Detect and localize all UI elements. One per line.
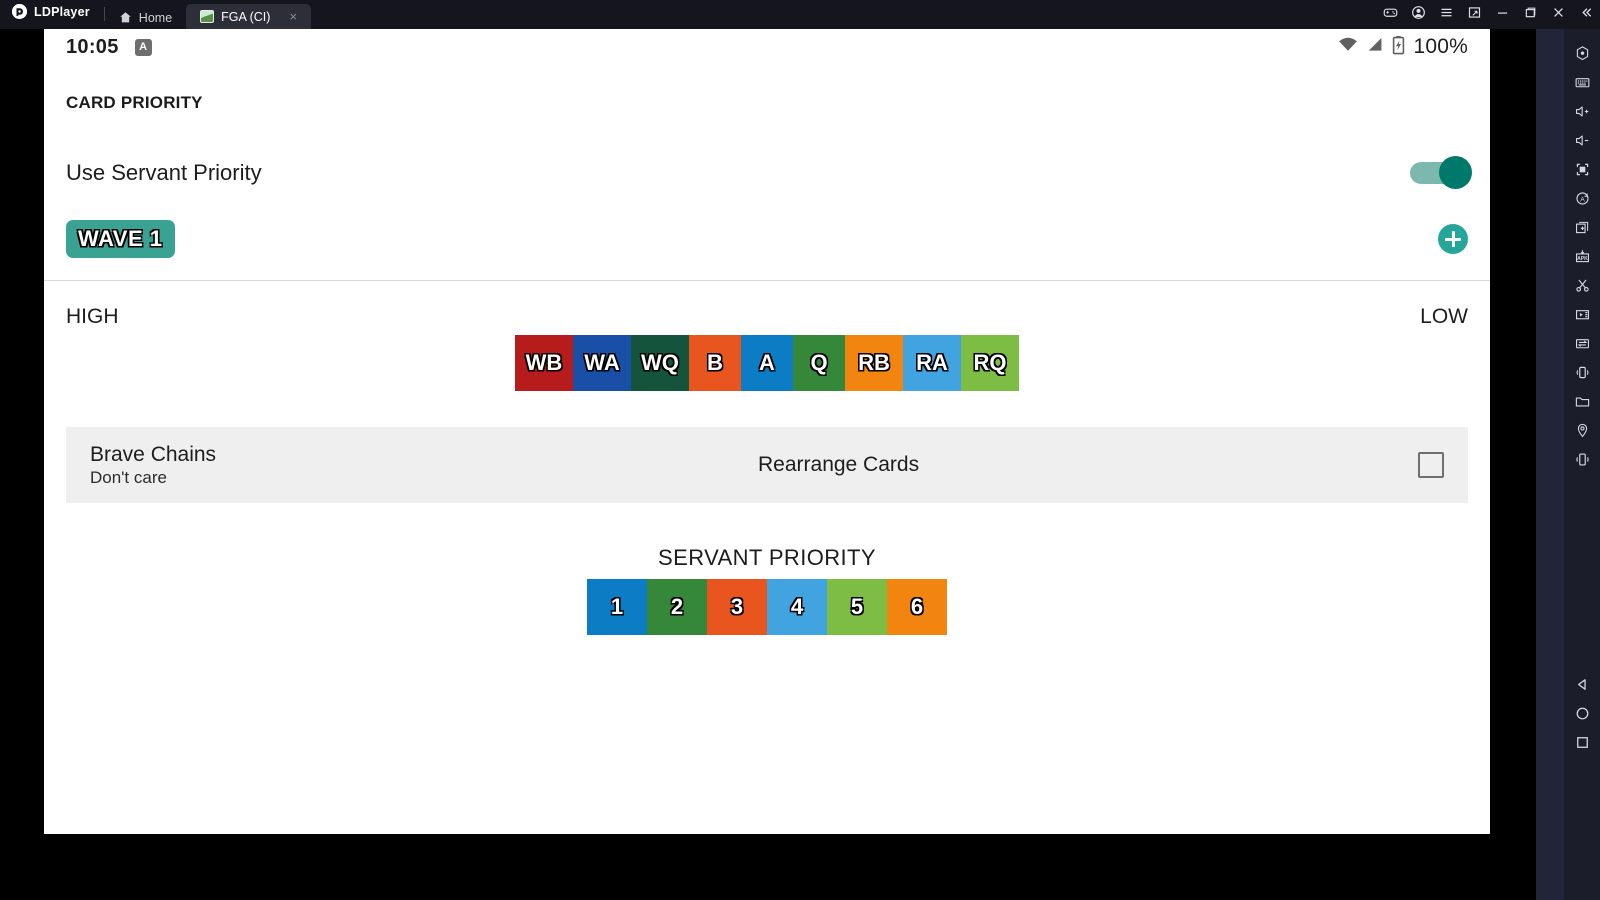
card-tile-wb[interactable]: WB [515, 335, 573, 391]
use-servant-priority-label: Use Servant Priority [66, 160, 262, 185]
brand: LDPlayer [0, 0, 104, 29]
device-left-bezel [0, 29, 44, 900]
toggle-knob [1439, 156, 1472, 189]
vibrate-icon[interactable] [1564, 445, 1600, 474]
brave-chains-card: Brave Chains Don't care Rearrange Cards [66, 427, 1468, 503]
svg-text:A: A [1580, 196, 1585, 203]
folder-icon[interactable] [1564, 387, 1600, 416]
volume-up-icon[interactable] [1564, 97, 1600, 126]
settings-content: CARD PRIORITY Use Servant Priority WAVE … [44, 65, 1490, 635]
sync-icon[interactable] [1564, 329, 1600, 358]
auto-rotate-icon[interactable]: A [1564, 184, 1600, 213]
shake-icon[interactable] [1564, 358, 1600, 387]
home-button[interactable] [1564, 699, 1600, 728]
rail-gutter [1536, 29, 1564, 900]
status-time: 10:05 [66, 35, 119, 58]
gamepad-icon[interactable] [1376, 0, 1404, 24]
recents-button[interactable] [1564, 728, 1600, 757]
priority-low-label: LOW [1420, 305, 1468, 328]
priority-scale-row: HIGH LOW [66, 281, 1468, 329]
android-screen: 10:05 A 100% CARD PRIORITY Use Servant P… [44, 29, 1490, 834]
install-apk-icon[interactable]: APK [1564, 242, 1600, 271]
card-tile-ra[interactable]: RA [903, 335, 961, 391]
settings-icon[interactable] [1564, 39, 1600, 68]
window-tab-fga[interactable]: FGA (CI) × [186, 4, 312, 29]
card-tile-rb[interactable]: RB [845, 335, 903, 391]
window-tab-fga-label: FGA (CI) [221, 9, 271, 24]
collapse-button[interactable] [1572, 0, 1600, 24]
brand-name: LDPlayer [34, 4, 90, 19]
close-button[interactable] [1544, 0, 1572, 24]
wifi-icon [1338, 36, 1358, 58]
android-status-bar: 10:05 A 100% [44, 29, 1490, 65]
wave-selector-row: WAVE 1 [66, 208, 1468, 270]
device-bottom-bezel [44, 834, 1490, 900]
servant-priority-title: SERVANT PRIORITY [658, 545, 876, 570]
status-indicators: 100% [1338, 35, 1468, 60]
location-icon[interactable] [1564, 416, 1600, 445]
servant-tile-6[interactable]: 6 [887, 579, 947, 635]
rearrange-cards-checkbox[interactable] [1418, 452, 1444, 478]
volume-down-icon[interactable] [1564, 126, 1600, 155]
priority-high-label: HIGH [66, 305, 119, 328]
multi-instance-icon[interactable] [1564, 213, 1600, 242]
video-record-icon[interactable] [1564, 300, 1600, 329]
close-icon[interactable]: × [289, 9, 297, 24]
card-tile-wa[interactable]: WA [573, 335, 631, 391]
card-tile-rq[interactable]: RQ [961, 335, 1019, 391]
card-tile-wq[interactable]: WQ [631, 335, 689, 391]
brave-chains-title: Brave Chains [90, 442, 217, 466]
account-icon[interactable] [1404, 0, 1432, 24]
home-icon [119, 11, 132, 24]
brave-chains-value: Don't care [90, 468, 167, 488]
minimize-button[interactable] [1488, 0, 1516, 24]
servant-priority-strip[interactable]: 123456 [66, 579, 1468, 635]
menu-icon[interactable] [1432, 0, 1460, 24]
scissors-icon[interactable] [1564, 271, 1600, 300]
use-servant-priority-row[interactable]: Use Servant Priority [66, 138, 1472, 208]
servant-tile-1[interactable]: 1 [587, 579, 647, 635]
window-tab-home-label: Home [138, 10, 173, 25]
window-controls [1376, 0, 1600, 29]
ldplayer-logo-icon [12, 4, 27, 19]
notification-badge-icon: A [134, 38, 152, 56]
back-button[interactable] [1564, 670, 1600, 699]
card-tile-b[interactable]: B [689, 335, 741, 391]
signal-icon [1366, 36, 1384, 58]
card-tile-a[interactable]: A [741, 335, 793, 391]
page-title: CARD PRIORITY [66, 93, 203, 112]
emulator-sidebar: A APK [1564, 29, 1600, 900]
fullscreen-icon[interactable] [1564, 155, 1600, 184]
app-favicon [200, 10, 215, 23]
battery-percent: 100% [1413, 35, 1468, 58]
battery-charging-icon [1392, 35, 1405, 60]
window-tab-home[interactable]: Home [105, 6, 186, 29]
card-priority-strip[interactable]: WB WA WQ B A Q RB RA RQ [66, 335, 1468, 391]
servant-tile-3[interactable]: 3 [707, 579, 767, 635]
add-wave-button[interactable] [1438, 224, 1468, 254]
window-titlebar: LDPlayer Home FGA (CI) × [0, 0, 1600, 29]
keyboard-icon[interactable] [1564, 68, 1600, 97]
rearrange-cards-label: Rearrange Cards [758, 453, 920, 476]
wave-chip-1[interactable]: WAVE 1 [66, 220, 175, 258]
use-servant-priority-toggle[interactable] [1410, 156, 1472, 189]
servant-tile-5[interactable]: 5 [827, 579, 887, 635]
card-tile-q[interactable]: Q [793, 335, 845, 391]
servant-tile-4[interactable]: 4 [767, 579, 827, 635]
servant-tile-2[interactable]: 2 [647, 579, 707, 635]
brave-chains-setting[interactable]: Brave Chains Don't care [90, 442, 390, 488]
maximize-button[interactable] [1516, 0, 1544, 24]
screenshot-icon[interactable] [1460, 0, 1488, 24]
svg-text:APK: APK [1577, 256, 1588, 262]
